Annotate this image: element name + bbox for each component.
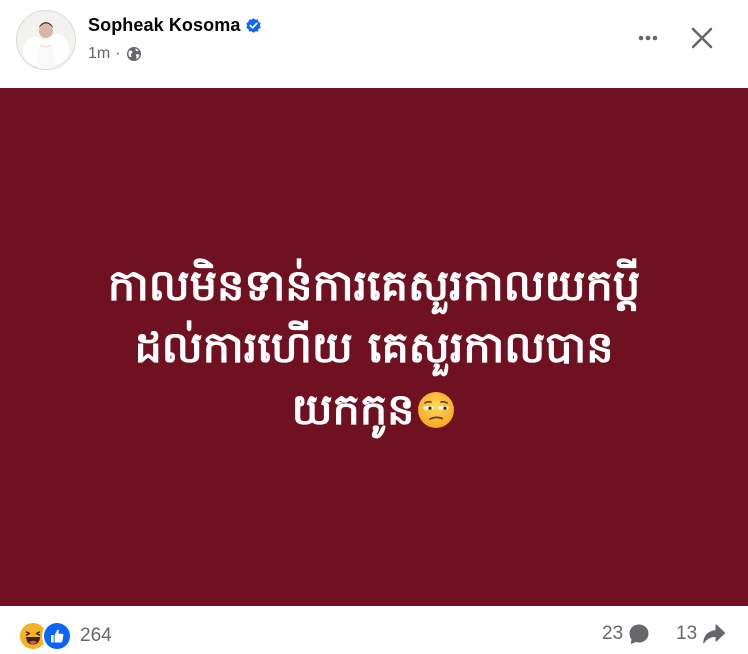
author-avatar[interactable] bbox=[16, 10, 76, 70]
globe-icon[interactable] bbox=[126, 46, 142, 62]
reactions-summary[interactable]: 264 bbox=[18, 621, 112, 651]
author-name-row: Sopheak Kosoma bbox=[88, 15, 262, 36]
verified-badge-icon bbox=[245, 17, 262, 34]
like-icon bbox=[42, 621, 72, 651]
more-options-button[interactable] bbox=[628, 18, 668, 58]
post-timestamp[interactable]: 1m bbox=[88, 45, 110, 63]
post-text-line-3-wrap: យកកូន bbox=[54, 379, 694, 441]
post-meta: 1m · bbox=[88, 45, 142, 63]
comment-count: 23 bbox=[602, 623, 624, 644]
share-count: 13 bbox=[676, 623, 698, 644]
post-text-line-2: ដល់ការហើយ គេសួរកាលបាន bbox=[134, 323, 614, 373]
close-icon bbox=[691, 27, 713, 49]
comments-count-button[interactable]: 23 bbox=[602, 623, 650, 645]
post-text: កាលមិនទាន់ការគេសួរកាលយកប្តី ដល់ការហើយ គេ… bbox=[54, 255, 694, 441]
comment-bubble-icon bbox=[628, 623, 650, 645]
reaction-count: 264 bbox=[80, 625, 112, 646]
post-text-line-1: កាលមិនទាន់ការគេសួរកាលយកប្តី bbox=[107, 261, 641, 311]
shares-count-button[interactable]: 13 bbox=[676, 623, 726, 645]
meta-separator: · bbox=[115, 45, 121, 62]
text-post-background[interactable]: កាលមិនទាន់ការគេសួរកាលយកប្តី ដល់ការហើយ គេ… bbox=[0, 88, 748, 606]
avatar-photo-icon bbox=[17, 11, 75, 69]
post-header: Sopheak Kosoma 1m · bbox=[0, 0, 748, 86]
post-text-line-3: យកកូន bbox=[291, 385, 415, 435]
share-arrow-icon bbox=[702, 623, 726, 645]
more-horizontal-icon bbox=[638, 35, 658, 41]
close-button[interactable] bbox=[682, 18, 722, 58]
facebook-post: Sopheak Kosoma 1m · កាលមិនទាន់ការគេសួរកា… bbox=[0, 0, 748, 654]
unamused-face-emoji-icon bbox=[416, 385, 456, 428]
author-name[interactable]: Sopheak Kosoma bbox=[88, 15, 240, 36]
post-footer: 264 23 13 bbox=[0, 606, 748, 654]
